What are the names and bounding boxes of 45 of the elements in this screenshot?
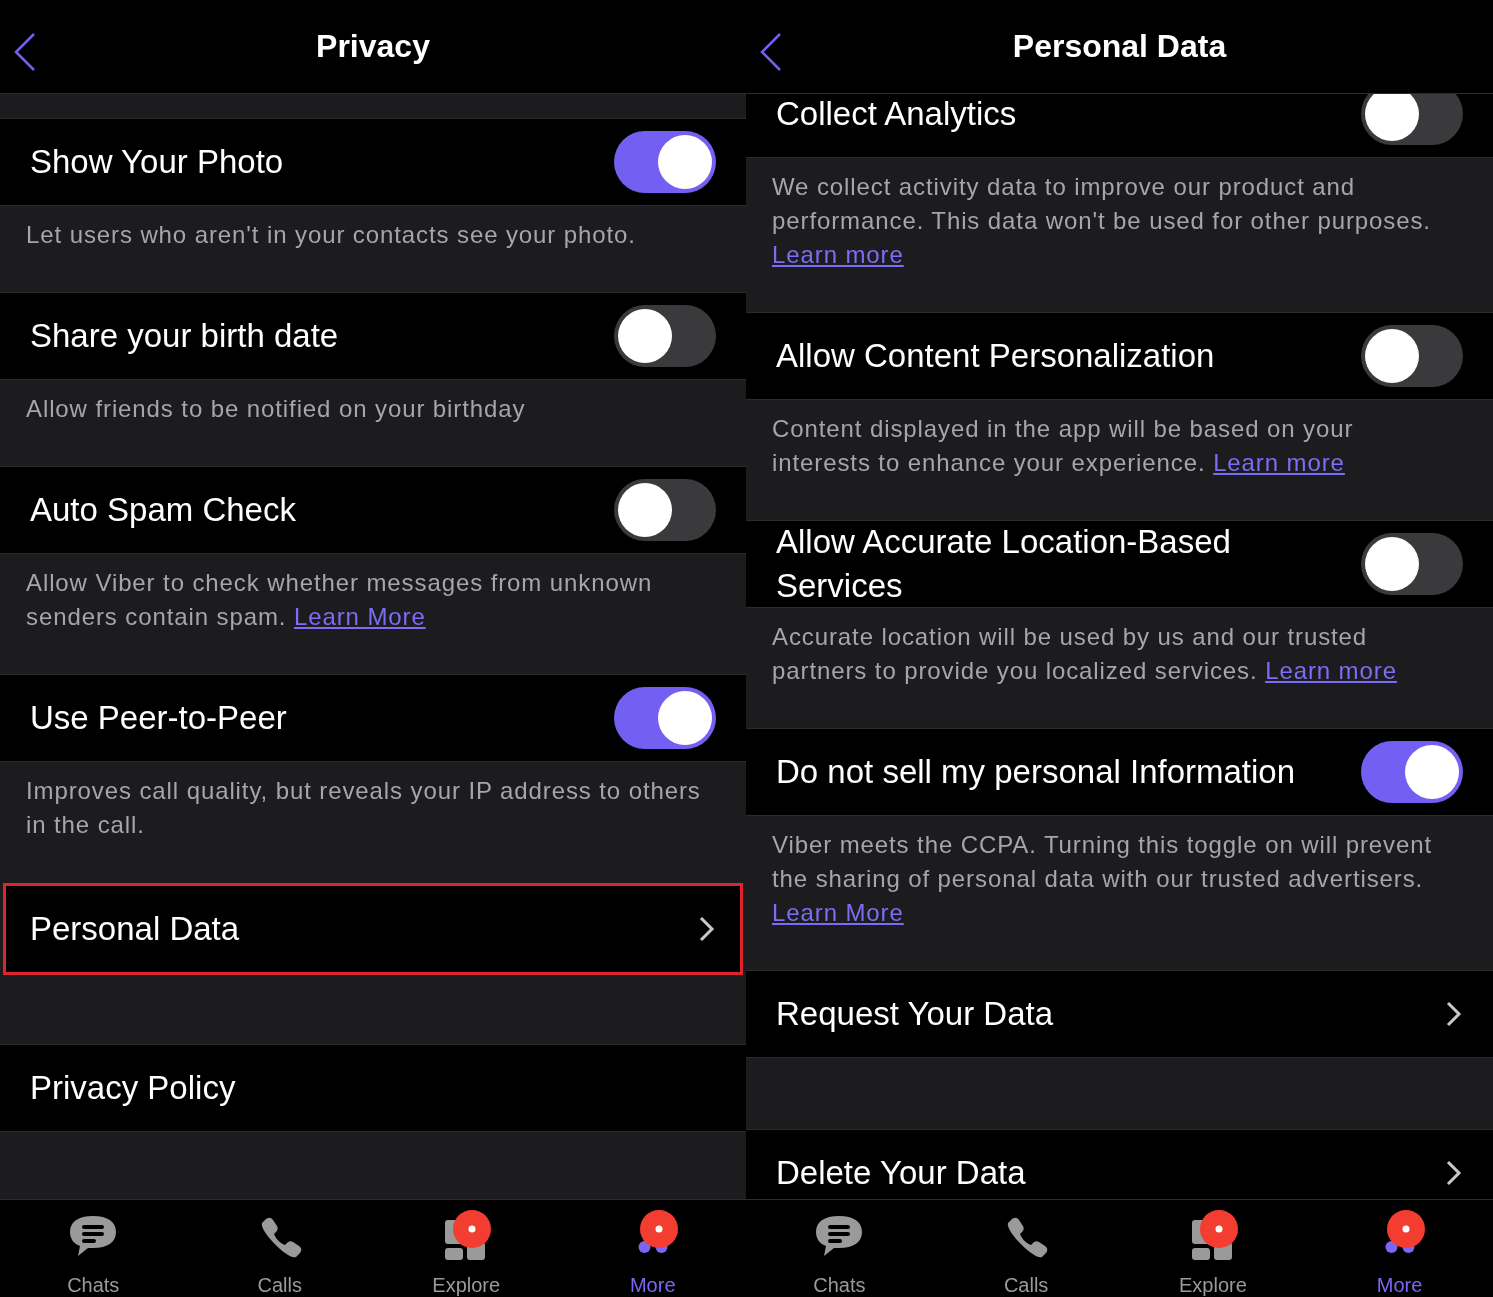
learn-more-link[interactable]: Learn more bbox=[1265, 657, 1397, 684]
chevron-icon bbox=[1445, 1000, 1463, 1028]
learn-more-link[interactable]: Learn more bbox=[772, 241, 904, 268]
learn-more-link[interactable]: Learn More bbox=[772, 899, 904, 926]
tab[interactable]: More bbox=[1306, 1200, 1493, 1297]
back-button[interactable] bbox=[12, 32, 38, 72]
tab[interactable]: Chats bbox=[0, 1200, 187, 1297]
learn-more-link[interactable]: Learn More bbox=[293, 603, 426, 630]
setting-title: Allow Accurate Location-Based Services bbox=[776, 522, 1232, 606]
tab[interactable]: Chats bbox=[746, 1200, 933, 1297]
tab[interactable]: More bbox=[559, 1200, 746, 1297]
setting-description: Viber meets the CCPA. Turning this toggle on will prevent the sharing of personal data with our trusted advertisers. Learn More bbox=[772, 830, 1434, 928]
chevron-icon bbox=[698, 915, 716, 943]
learn-more-link[interactable]: Learn more bbox=[1213, 449, 1345, 476]
settings-row[interactable]: Personal Data bbox=[5, 885, 741, 973]
tab[interactable]: Explore bbox=[373, 1200, 560, 1297]
setting-description: Accurate location will be used by us and our trusted partners to provide you localized services. Learn more bbox=[772, 622, 1398, 686]
settings-row[interactable]: Request Your Data bbox=[746, 970, 1493, 1058]
setting-title: Use Peer-to-Peer bbox=[30, 698, 288, 738]
setting-description: Allow friends to be notified on your birthday bbox=[26, 394, 527, 424]
setting-title: Do not sell my personal Information bbox=[776, 752, 1297, 792]
settings-row[interactable]: Privacy Policy bbox=[0, 1044, 746, 1132]
setting-description: Improves call quality, but reveals your IP address to others in the call. bbox=[26, 776, 702, 840]
setting-description: Content displayed in the app will be based on your interests to enhance your experience. Learn more bbox=[772, 414, 1355, 478]
setting-description: Let users who aren't in your contacts see your photo. bbox=[26, 220, 637, 250]
setting-title: Collect Analytics bbox=[776, 94, 1018, 134]
setting-description: We collect activity data to improve our product and performance. This data won't be used for other purposes. Learn more bbox=[772, 172, 1432, 270]
setting-title: Delete Your Data bbox=[776, 1153, 1027, 1193]
screen-title: Privacy bbox=[316, 28, 430, 65]
setting-title: Allow Content Personalization bbox=[776, 336, 1216, 376]
setting-title: Auto Spam Check bbox=[30, 490, 297, 530]
setting-title: Privacy Policy bbox=[30, 1068, 237, 1108]
back-button[interactable] bbox=[758, 32, 784, 72]
tab[interactable]: Calls bbox=[932, 1200, 1120, 1297]
screen-title: Personal Data bbox=[1012, 28, 1227, 65]
setting-title: Personal Data bbox=[30, 909, 241, 949]
setting-description: Allow Viber to check whether messages from unknown senders contain spam. Learn More bbox=[26, 568, 654, 632]
toggle-switch[interactable] bbox=[1361, 94, 1463, 145]
chevron-icon bbox=[1445, 1159, 1463, 1187]
setting-title: Show Your Photo bbox=[30, 142, 285, 182]
tab[interactable]: Explore bbox=[1119, 1200, 1307, 1297]
setting-title: Share your birth date bbox=[30, 316, 340, 356]
tab[interactable]: Calls bbox=[186, 1200, 373, 1297]
setting-title: Request Your Data bbox=[776, 994, 1055, 1034]
settings-row[interactable]: Delete Your Data bbox=[746, 1129, 1493, 1199]
